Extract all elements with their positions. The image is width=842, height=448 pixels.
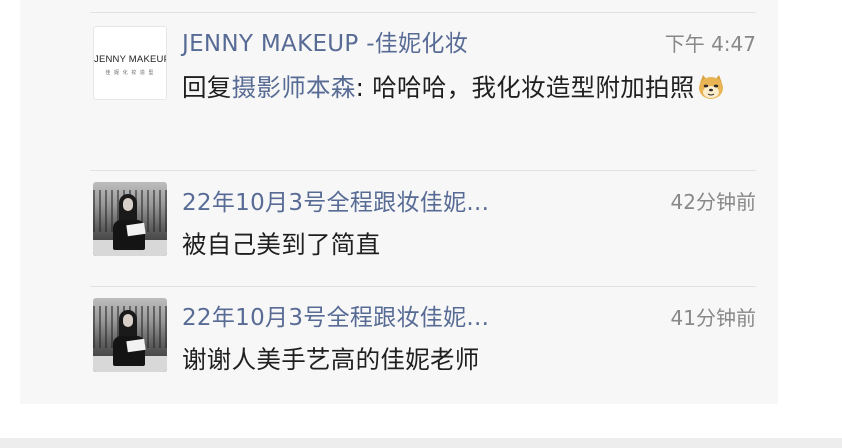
comment-text: 谢谢人美手艺高的佳妮老师 <box>182 345 480 374</box>
comment-page: JENNY MAKEUP 佳 妮 化 妆 造 型 JENNY MAKEUP -佳… <box>0 0 842 448</box>
logo-subtitle: 佳 妮 化 妆 造 型 <box>105 70 155 76</box>
doge-emoji-icon <box>697 73 725 99</box>
divider <box>90 286 756 287</box>
comment-body: : 哈哈哈，我化妆造型附加拍照 <box>355 73 695 102</box>
divider <box>90 12 756 13</box>
avatar[interactable] <box>93 298 167 372</box>
bottom-separator <box>0 438 842 448</box>
avatar-photo-face <box>123 314 133 327</box>
comment-author[interactable]: 22年10月3号全程跟妆佳妮... <box>182 298 489 332</box>
avatar-photo-face <box>123 198 133 211</box>
avatar[interactable] <box>93 182 167 256</box>
comment-author[interactable]: JENNY MAKEUP -佳妮化妆 <box>182 24 468 58</box>
divider <box>90 170 756 171</box>
reply-prefix: 回复 <box>182 73 232 102</box>
comment-text: 回复摄影师本森: 哈哈哈，我化妆造型附加拍照 <box>182 69 767 106</box>
comment-text: 被自己美到了简直 <box>182 230 381 259</box>
avatar[interactable]: JENNY MAKEUP 佳 妮 化 妆 造 型 <box>93 26 167 100</box>
comment-time: 41分钟前 <box>670 306 756 330</box>
logo-text: JENNY MAKEUP <box>94 54 167 65</box>
reply-mention[interactable]: 摄影师本森 <box>232 73 356 102</box>
comment-author[interactable]: 22年10月3号全程跟妆佳妮... <box>182 183 489 217</box>
comments-card: JENNY MAKEUP 佳 妮 化 妆 造 型 JENNY MAKEUP -佳… <box>20 0 778 404</box>
comment-time: 42分钟前 <box>670 190 756 214</box>
comment-time: 下午 4:47 <box>664 32 756 56</box>
